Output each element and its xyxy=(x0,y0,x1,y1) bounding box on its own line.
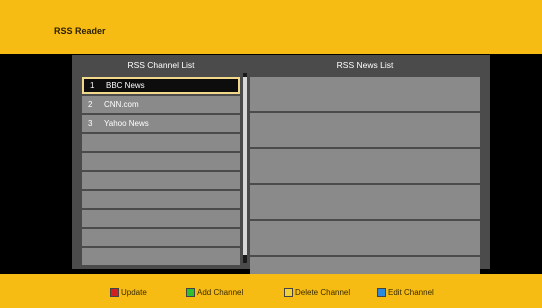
edit-channel-label: Edit Channel xyxy=(388,287,434,297)
channel-item-empty[interactable] xyxy=(82,134,240,151)
blue-key-icon xyxy=(377,287,386,297)
delete-channel-label: Delete Channel xyxy=(295,287,351,297)
news-item-empty[interactable] xyxy=(250,221,480,255)
channel-item[interactable]: 2 CNN.com xyxy=(82,96,240,113)
channel-item-empty[interactable] xyxy=(82,229,240,246)
channel-name: CNN.com xyxy=(104,100,139,109)
red-key-icon xyxy=(110,287,119,297)
news-item-empty[interactable] xyxy=(250,77,480,111)
scroll-thumb[interactable] xyxy=(243,77,247,255)
header-bar: RSS Reader xyxy=(0,0,542,54)
channel-item[interactable]: 3 Yahoo News xyxy=(82,115,240,132)
news-list-heading: RSS News List xyxy=(336,60,394,70)
add-channel-label: Add Channel xyxy=(197,287,244,297)
app-title: RSS Reader xyxy=(54,26,106,36)
news-item-empty[interactable] xyxy=(250,149,480,183)
green-key-icon xyxy=(186,287,195,297)
channel-item-empty[interactable] xyxy=(82,153,240,170)
yellow-key-icon xyxy=(284,287,293,297)
channel-list: 1 BBC News 2 CNN.com 3 Yahoo News xyxy=(82,77,240,267)
news-list xyxy=(250,77,480,293)
edit-channel-action[interactable]: Edit Channel xyxy=(377,287,434,297)
channel-item[interactable]: 1 BBC News xyxy=(82,77,240,94)
channel-number: 1 xyxy=(90,81,95,90)
channel-item-empty[interactable] xyxy=(82,210,240,227)
update-action[interactable]: Update xyxy=(110,287,147,297)
channel-name: BBC News xyxy=(106,81,145,90)
update-label: Update xyxy=(121,287,147,297)
channel-item-empty[interactable] xyxy=(82,172,240,189)
channel-name: Yahoo News xyxy=(104,119,149,128)
channel-item-empty[interactable] xyxy=(82,248,240,265)
main-panel: RSS Channel List RSS News List 1 BBC News… xyxy=(72,55,490,291)
channel-item-empty[interactable] xyxy=(82,191,240,208)
channel-list-heading: RSS Channel List xyxy=(127,60,195,70)
channel-number: 3 xyxy=(88,119,93,128)
channel-number: 2 xyxy=(88,100,93,109)
delete-channel-action[interactable]: Delete Channel xyxy=(284,287,350,297)
footer-bar: Update Add Channel Delete Channel Edit C… xyxy=(0,274,542,308)
channel-scrollbar[interactable] xyxy=(243,73,247,263)
news-item-empty[interactable] xyxy=(250,185,480,219)
news-item-empty[interactable] xyxy=(250,113,480,147)
add-channel-action[interactable]: Add Channel xyxy=(186,287,243,297)
